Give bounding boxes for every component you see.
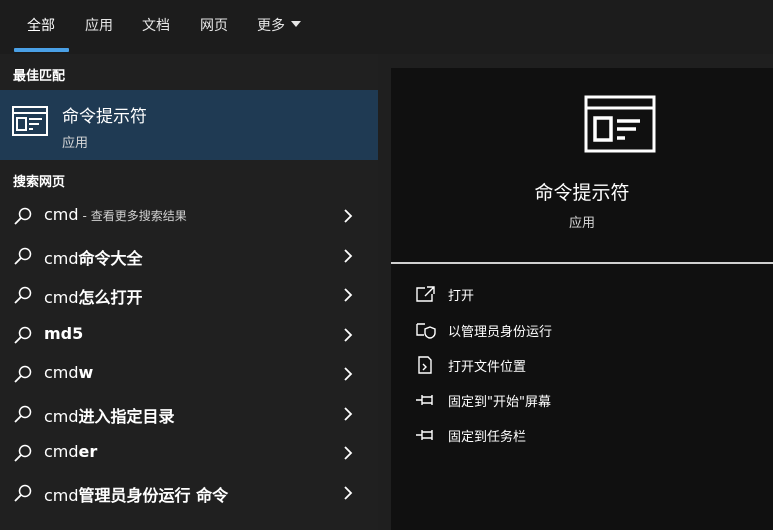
search-icon: [14, 207, 32, 225]
search-icon: [14, 444, 32, 462]
best-match-item[interactable]: 命令提示符 应用: [0, 90, 378, 160]
open-action-label: 打开: [448, 289, 475, 304]
result-prefix: cmd: [44, 442, 79, 461]
tab-more-label: 更多: [257, 18, 285, 34]
result-prefix: cmd: [44, 205, 79, 224]
open-icon: [416, 286, 435, 302]
chevron-right-icon: [344, 328, 353, 342]
result-prefix: cmd: [44, 407, 79, 426]
result-text: cmd进入指定目录: [44, 403, 179, 427]
tab-apps[interactable]: 应用: [85, 16, 113, 36]
chevron-down-icon: [291, 21, 301, 27]
divider: [391, 262, 773, 264]
pin-start-icon: [416, 395, 433, 405]
preview-title: 命令提示符: [534, 182, 630, 204]
tab-web[interactable]: 网页: [200, 16, 228, 36]
result-prefix: cmd: [44, 249, 79, 268]
run-as-admin-icon: [416, 323, 436, 339]
file-location-icon: [418, 356, 432, 374]
pin-taskbar-icon: [416, 430, 433, 440]
chevron-right-icon: [344, 367, 353, 381]
result-hint: - 查看更多搜索结果: [82, 209, 187, 223]
search-icon: [14, 247, 32, 265]
preview-pane: 命令提示符 应用 打开 以管理员身份运行 打开文件位置 固定到"开始"屏幕 固定…: [391, 68, 773, 530]
cmd-app-icon: [584, 95, 656, 153]
web-search-result[interactable]: cmd进入指定目录: [0, 394, 378, 433]
result-suggestion: 管理员身份运行 命令: [78, 486, 229, 505]
run-as-admin-label: 以管理员身份运行: [448, 325, 553, 340]
result-text: cmd管理员身份运行 命令: [44, 482, 232, 506]
web-search-result[interactable]: cmd怎么打开: [0, 275, 378, 314]
search-icon: [14, 286, 32, 304]
preview-type: 应用: [568, 216, 595, 231]
pin-taskbar-label: 固定到任务栏: [448, 430, 527, 445]
best-match-heading: 最佳匹配: [13, 69, 66, 84]
result-suggestion: 怎么打开: [78, 288, 143, 307]
web-search-result[interactable]: cmd管理员身份运行 命令: [0, 473, 378, 512]
web-search-result[interactable]: md5: [0, 315, 378, 354]
result-text: md5: [44, 324, 87, 343]
result-text: cmder: [44, 442, 101, 461]
cmd-app-icon: [12, 106, 48, 136]
chevron-right-icon: [344, 407, 353, 421]
result-prefix: cmd: [44, 288, 79, 307]
search-icon: [14, 484, 32, 502]
best-match-title: 命令提示符: [62, 107, 147, 127]
active-tab-indicator: [14, 48, 69, 52]
web-search-result[interactable]: cmd - 查看更多搜索结果: [0, 196, 378, 235]
result-prefix: cmd: [44, 363, 79, 382]
result-prefix: cmd: [44, 486, 79, 505]
tab-bar: 全部 应用 文档 网页 更多: [0, 0, 773, 54]
web-search-result[interactable]: cmder: [0, 433, 378, 472]
web-search-result[interactable]: cmd命令大全: [0, 236, 378, 275]
result-suggestion: 进入指定目录: [78, 407, 175, 426]
result-text: cmd命令大全: [44, 245, 147, 269]
file-location-label: 打开文件位置: [448, 360, 527, 375]
chevron-right-icon: [344, 209, 353, 223]
result-suggestion: er: [78, 442, 98, 461]
result-text: cmdw: [44, 363, 97, 382]
chevron-right-icon: [344, 288, 353, 302]
web-search-heading: 搜索网页: [13, 175, 66, 190]
result-suggestion: md5: [44, 324, 84, 343]
search-icon: [14, 326, 32, 344]
tab-more[interactable]: 更多: [257, 16, 301, 36]
result-suggestion: 命令大全: [78, 249, 143, 268]
chevron-right-icon: [344, 486, 353, 500]
results-pane: 最佳匹配 命令提示符 应用 搜索网页 cmd - 查看更多搜索结果 cmd命令大全 c…: [0, 54, 378, 530]
search-icon: [14, 405, 32, 423]
pin-start-label: 固定到"开始"屏幕: [448, 395, 551, 410]
search-icon: [14, 365, 32, 383]
tab-documents[interactable]: 文档: [142, 16, 170, 36]
result-suggestion: w: [78, 363, 94, 382]
chevron-right-icon: [344, 249, 353, 263]
result-text: cmd - 查看更多搜索结果: [44, 205, 187, 224]
chevron-right-icon: [344, 446, 353, 460]
web-search-result[interactable]: cmdw: [0, 354, 378, 393]
tab-all[interactable]: 全部: [27, 16, 55, 36]
best-match-subtitle: 应用: [62, 136, 89, 151]
result-text: cmd怎么打开: [44, 284, 147, 308]
